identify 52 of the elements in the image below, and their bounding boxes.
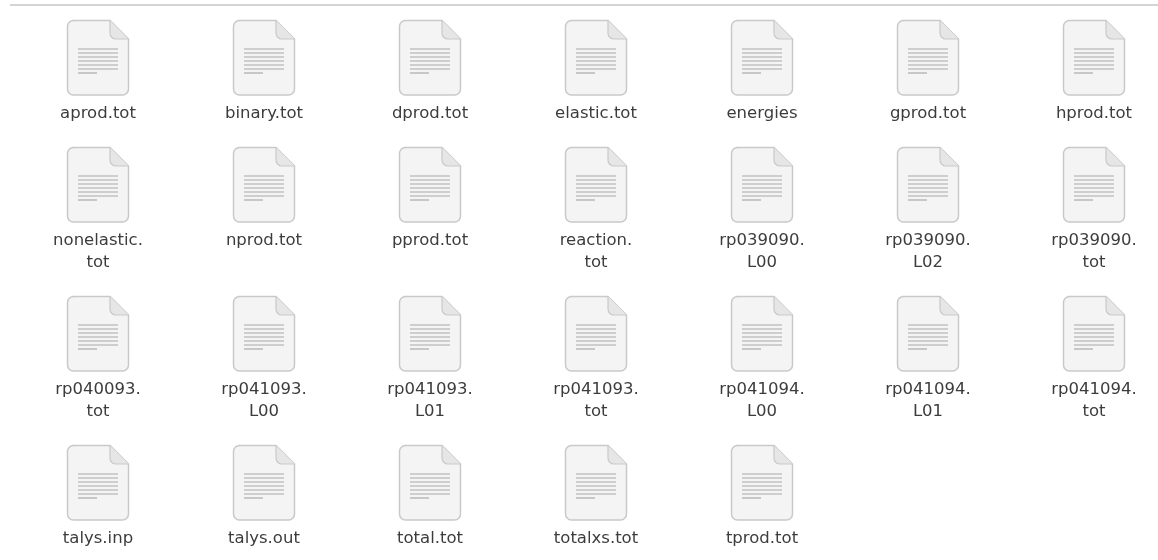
file-item[interactable]: rp041093. tot xyxy=(513,295,679,422)
text-file-icon xyxy=(66,295,130,373)
file-item[interactable]: totalxs.tot xyxy=(513,444,679,549)
file-item[interactable]: tprod.tot xyxy=(679,444,845,549)
file-item[interactable]: nprod.tot xyxy=(181,146,347,251)
file-item[interactable]: nonelastic. tot xyxy=(15,146,181,273)
text-file-icon xyxy=(896,146,960,224)
text-file-icon xyxy=(232,19,296,97)
text-file-icon xyxy=(730,19,794,97)
text-file-icon xyxy=(564,19,628,97)
file-item[interactable]: dprod.tot xyxy=(347,19,513,124)
text-file-icon xyxy=(1062,19,1126,97)
text-file-icon xyxy=(66,146,130,224)
text-file-icon xyxy=(730,146,794,224)
file-item[interactable]: rp041093. L00 xyxy=(181,295,347,422)
file-item[interactable]: binary.tot xyxy=(181,19,347,124)
file-item[interactable]: rp039090. L00 xyxy=(679,146,845,273)
file-item[interactable]: rp039090. L02 xyxy=(845,146,1011,273)
text-file-icon xyxy=(66,444,130,522)
file-item[interactable]: reaction. tot xyxy=(513,146,679,273)
text-file-icon xyxy=(896,295,960,373)
file-item[interactable]: rp041093. L01 xyxy=(347,295,513,422)
file-item[interactable]: total.tot xyxy=(347,444,513,549)
text-file-icon xyxy=(730,295,794,373)
text-file-icon xyxy=(232,444,296,522)
file-item[interactable]: talys.out xyxy=(181,444,347,549)
file-item[interactable]: hprod.tot xyxy=(1011,19,1158,124)
text-file-icon xyxy=(66,19,130,97)
file-item[interactable]: rp039090. tot xyxy=(1011,146,1158,273)
text-file-icon xyxy=(398,19,462,97)
file-item[interactable]: rp041094. tot xyxy=(1011,295,1158,422)
file-item[interactable]: rp041094. L01 xyxy=(845,295,1011,422)
text-file-icon xyxy=(1062,295,1126,373)
text-file-icon xyxy=(896,19,960,97)
text-file-icon xyxy=(232,295,296,373)
text-file-icon xyxy=(1062,146,1126,224)
text-file-icon xyxy=(398,444,462,522)
file-item[interactable]: pprod.tot xyxy=(347,146,513,251)
file-item[interactable]: aprod.tot xyxy=(15,19,181,124)
file-item[interactable]: gprod.tot xyxy=(845,19,1011,124)
text-file-icon xyxy=(564,295,628,373)
text-file-icon xyxy=(398,295,462,373)
text-file-icon xyxy=(398,146,462,224)
text-file-icon xyxy=(232,146,296,224)
text-file-icon xyxy=(730,444,794,522)
text-file-icon xyxy=(564,444,628,522)
file-item[interactable]: energies xyxy=(679,19,845,124)
file-item[interactable]: elastic.tot xyxy=(513,19,679,124)
file-item[interactable]: rp041094. L00 xyxy=(679,295,845,422)
text-file-icon xyxy=(564,146,628,224)
file-item[interactable]: rp040093. tot xyxy=(15,295,181,422)
file-item[interactable]: talys.inp xyxy=(15,444,181,549)
